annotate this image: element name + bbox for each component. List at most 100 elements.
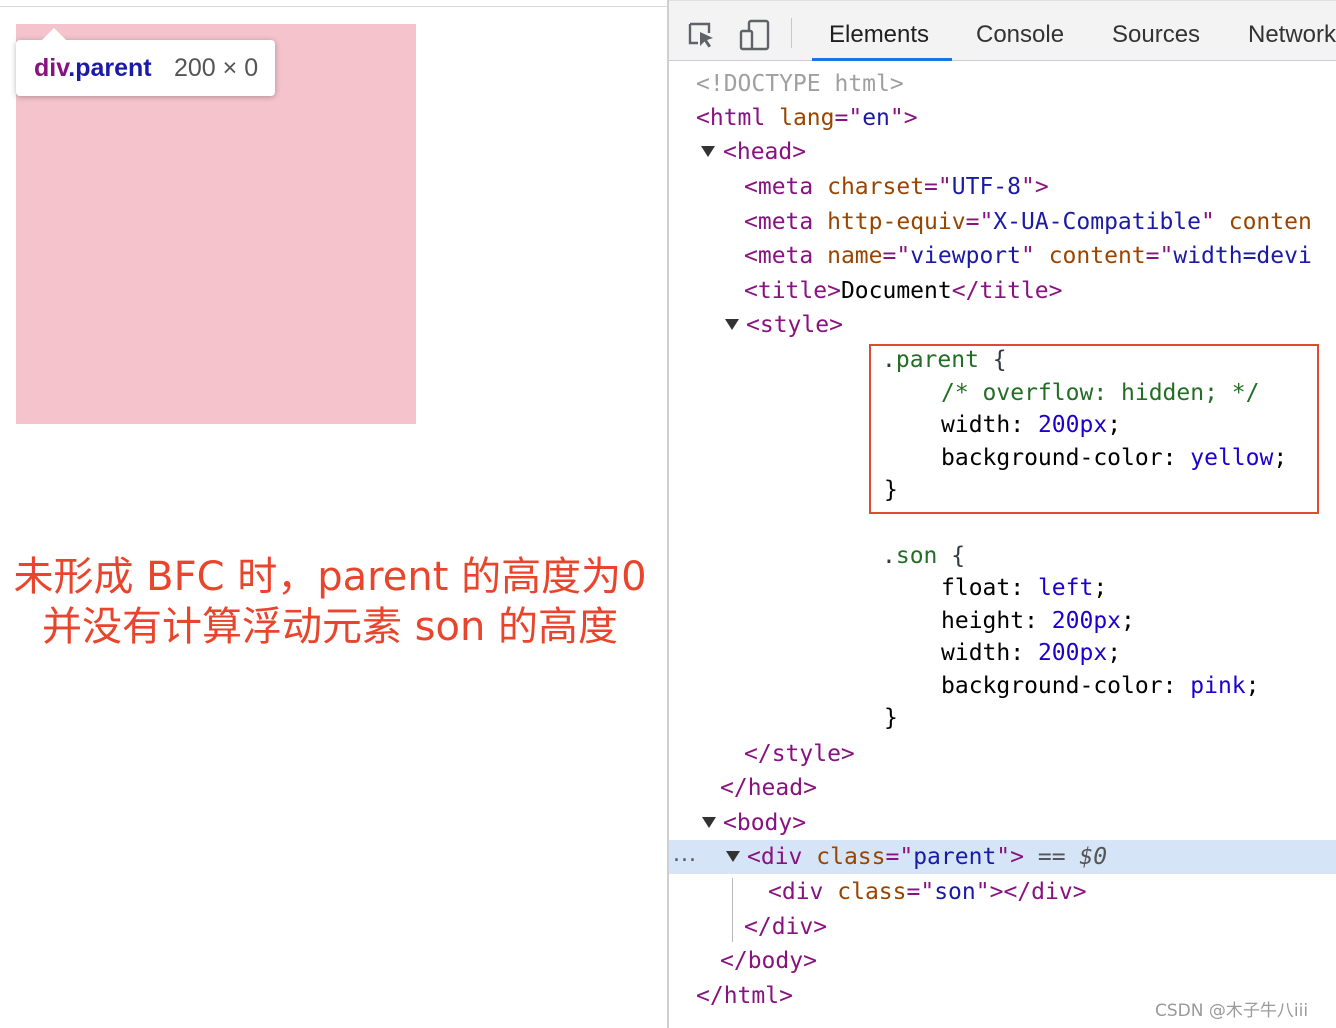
html-attr-value: en (862, 105, 890, 131)
meta-attr: name (827, 243, 883, 269)
div-attr: class (837, 879, 907, 905)
css-prop: background-color (941, 445, 1163, 471)
css-decl-width: width: 200px; (941, 640, 1122, 666)
css-decl-height: height: 200px; (941, 608, 1135, 634)
dom-node-meta-charset[interactable]: <meta charset="UTF-8"> (744, 170, 1049, 204)
css-value: pink (1190, 673, 1246, 699)
css-value: yellow (1190, 445, 1274, 471)
html-attr: lang (779, 105, 835, 131)
title-close-tag: </title> (951, 278, 1063, 304)
css-decl-background-color: background-color: pink; (941, 673, 1260, 699)
open-brace: { (978, 347, 1007, 373)
annotation-line-2: 并没有计算浮动元素 son 的高度 (41, 604, 619, 650)
selector-name: parent (895, 347, 979, 373)
div-tag: <div (747, 844, 803, 870)
selected-equals: == (1024, 844, 1080, 870)
dom-node-title[interactable]: <title>Document</title> (744, 274, 1063, 308)
dom-node-body[interactable]: <body> (723, 806, 806, 840)
css-prop: width (941, 412, 1011, 438)
css-value: 200px (1037, 640, 1108, 666)
div-close: ></div> (989, 879, 1087, 905)
div-attr: class (816, 844, 886, 870)
css-value: 200px (1051, 608, 1122, 634)
dom-node-head-close[interactable]: </head> (720, 771, 817, 805)
html-eq: =" (834, 105, 863, 131)
css-rule-parent-selector: .parent { (882, 343, 1007, 377)
meta-tag: <meta (744, 174, 814, 200)
annotation-line-1: 未形成 BFC 时，parent 的高度为0 (13, 554, 647, 600)
html-tag: <html (696, 105, 766, 131)
dom-node-meta-viewport[interactable]: <meta name="viewport" content="width=dev… (744, 239, 1312, 273)
css-prop: height (941, 608, 1025, 634)
tooltip-class: .parent (68, 54, 152, 82)
dom-node-div-parent[interactable]: <div class="parent"> == $0 (747, 840, 1107, 874)
css-value: left (1037, 575, 1094, 601)
tab-console[interactable]: Console (976, 1, 1064, 61)
div-attr-value: son (934, 879, 976, 905)
div-tag: <div (768, 879, 824, 905)
head-expand-triangle-icon[interactable] (701, 146, 715, 157)
css-decl-float: float: left; (941, 575, 1108, 601)
devtools-panel: Elements Console Sources Network ... <!D… (669, 0, 1336, 1028)
dom-node-style-close[interactable]: </style> (744, 737, 855, 771)
meta-attr-value: X-UA-Compatible (993, 209, 1202, 235)
page-preview: div.parent 200 × 0 未形成 BFC 时，parent 的高度为… (0, 0, 667, 1028)
devtools-toolbar: Elements Console Sources Network (669, 0, 1336, 61)
meta-attr-value: viewport (910, 243, 1021, 269)
node-actions-ellipsis[interactable]: ... (673, 840, 697, 874)
css-rule-son-selector: .son { (882, 539, 965, 573)
annotation-text: 未形成 BFC 时，parent 的高度为0 并没有计算浮动元素 son 的高度 (0, 552, 660, 652)
meta-tag: <meta (744, 243, 814, 269)
meta-attr-value: UTF-8 (951, 174, 1021, 200)
dom-node-meta-http-equiv[interactable]: <meta http-equiv="X-UA-Compatible" conte… (744, 205, 1312, 239)
selector-name: son (895, 543, 938, 569)
parent-expand-triangle-icon[interactable] (726, 851, 740, 862)
css-prop: background-color (941, 673, 1163, 699)
css-comment: /* overflow: hidden; */ (941, 380, 1260, 406)
tooltip-dimensions: 200 × 0 (174, 54, 259, 82)
open-brace: { (937, 543, 966, 569)
meta-tag: <meta (744, 209, 814, 235)
tab-sources[interactable]: Sources (1112, 1, 1200, 61)
selector-dot: . (882, 347, 896, 373)
tooltip-element-name: div.parent (34, 40, 152, 96)
toolbar-separator (791, 18, 792, 48)
active-tab-indicator (812, 58, 952, 61)
css-decl-background-color: background-color: yellow; (941, 445, 1288, 471)
html-tag-end: "> (889, 105, 918, 131)
dom-node-div-close[interactable]: </div> (744, 910, 827, 944)
dom-node-html-close[interactable]: </html> (696, 979, 793, 1013)
css-close-brace: } (884, 705, 898, 731)
meta-attr-value-2: width=devi (1173, 243, 1312, 269)
tooltip-tag: div (34, 54, 69, 82)
selected-ref: $0 (1079, 844, 1108, 870)
dom-node-doctype[interactable]: <!DOCTYPE html> (696, 67, 904, 101)
dom-node-head[interactable]: <head> (723, 135, 806, 169)
tab-network[interactable]: Network (1248, 1, 1336, 61)
watermark: CSDN @木子牛八iii (1155, 1001, 1309, 1021)
inspect-element-icon[interactable] (687, 21, 715, 49)
meta-attr-2: conten (1228, 209, 1312, 235)
body-expand-triangle-icon[interactable] (702, 817, 716, 828)
device-toolbar-icon[interactable] (739, 19, 771, 51)
div-attr-value: parent (913, 844, 997, 870)
style-expand-triangle-icon[interactable] (725, 319, 739, 330)
tooltip-arrow (42, 28, 66, 40)
title-text: Document (840, 278, 952, 304)
viewport-top-edge (0, 6, 667, 7)
selector-dot: . (882, 543, 896, 569)
meta-attr: http-equiv (827, 209, 966, 235)
dom-node-body-close[interactable]: </body> (720, 944, 817, 978)
dom-node-div-son[interactable]: <div class="son"></div> (768, 875, 1087, 909)
meta-attr: charset (827, 174, 925, 200)
tree-indent-guide (732, 878, 733, 942)
css-close-brace: } (884, 477, 898, 503)
dom-node-html[interactable]: <html lang="en"> (696, 101, 918, 135)
css-decl-width: width: 200px; (941, 412, 1122, 438)
css-prop: float (941, 575, 1011, 601)
title-open-tag: <title> (744, 278, 841, 304)
css-prop: width (941, 640, 1011, 666)
tab-elements[interactable]: Elements (829, 1, 929, 61)
dom-node-style[interactable]: <style> (746, 308, 843, 342)
element-inspect-tooltip: div.parent 200 × 0 (16, 28, 275, 96)
